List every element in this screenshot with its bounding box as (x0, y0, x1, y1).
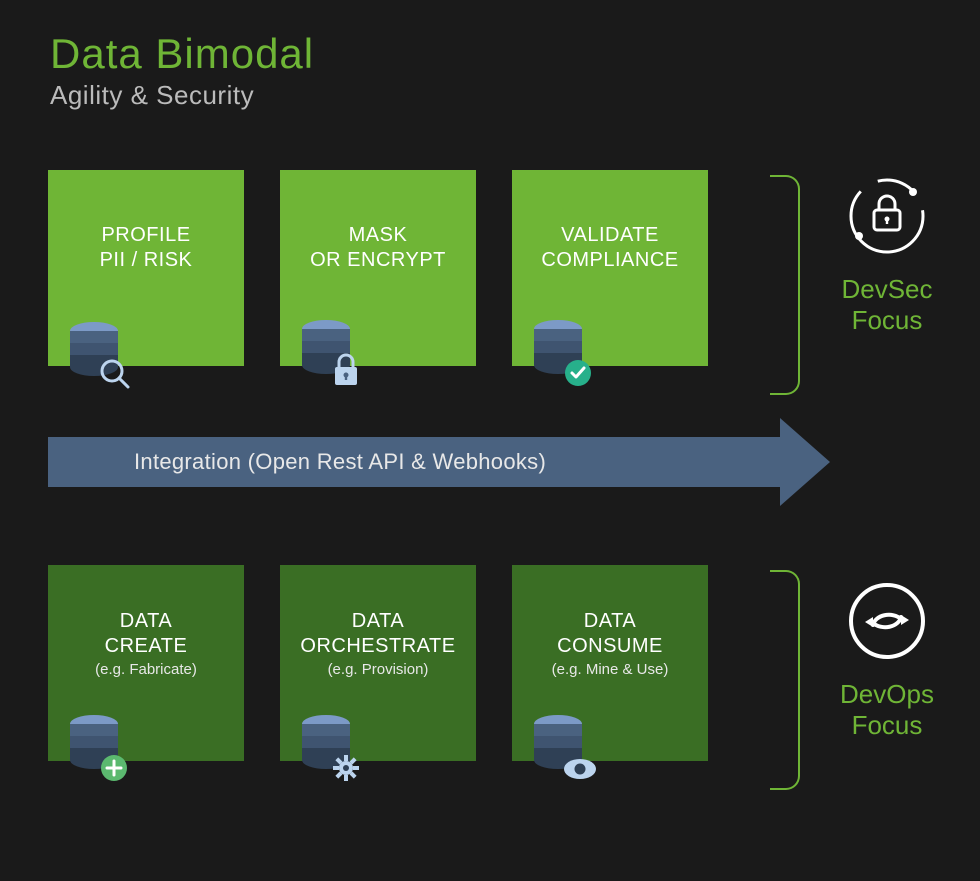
card-label: PROFILE PII / RISK (100, 223, 193, 273)
card-line1: MASK (349, 224, 408, 246)
database-check-icon (530, 317, 596, 394)
integration-arrow: Integration (Open Rest API & Webhooks) (48, 430, 830, 494)
card-mask-or-encrypt: MASK OR ENCRYPT (280, 170, 476, 366)
arrow-head-icon (780, 418, 830, 506)
card-data-orchestrate: DATA ORCHESTRATE (e.g. Provision) (280, 565, 476, 761)
card-label: MASK OR ENCRYPT (310, 223, 446, 273)
card-data-consume: DATA CONSUME (e.g. Mine & Use) (512, 565, 708, 761)
focus-line1: DevOps (840, 679, 934, 709)
page-title: Data Bimodal (50, 30, 980, 78)
database-search-icon (66, 319, 132, 394)
page-subtitle: Agility & Security (50, 80, 980, 111)
database-gear-icon (298, 712, 364, 789)
card-line2: OR ENCRYPT (310, 249, 446, 271)
focus-line2: Focus (852, 710, 923, 740)
card-label: VALIDATE COMPLIANCE (541, 223, 678, 273)
bracket-devsec (770, 175, 800, 395)
card-label: DATA CONSUME (557, 609, 663, 659)
card-sub: (e.g. Fabricate) (95, 661, 197, 678)
devops-row: DATA CREATE (e.g. Fabricate) DATA ORCHES… (48, 565, 708, 761)
devops-focus: DevOps Focus (812, 575, 962, 741)
cycle-icon (841, 575, 933, 667)
focus-label: DevOps Focus (840, 679, 934, 741)
card-line2: COMPLIANCE (541, 249, 678, 271)
card-line1: DATA (352, 610, 404, 632)
card-line2: PII / RISK (100, 249, 193, 271)
database-eye-icon (530, 712, 600, 789)
card-line2: CONSUME (557, 635, 663, 657)
card-line1: PROFILE (101, 224, 190, 246)
focus-label: DevSec Focus (841, 274, 932, 336)
focus-line1: DevSec (841, 274, 932, 304)
bracket-devops (770, 570, 800, 790)
card-line1: VALIDATE (561, 224, 659, 246)
card-line1: DATA (120, 610, 172, 632)
security-orbit-icon (841, 170, 933, 262)
database-plus-icon (66, 712, 132, 789)
card-profile-pii-risk: PROFILE PII / RISK (48, 170, 244, 366)
card-label: DATA ORCHESTRATE (300, 609, 455, 659)
card-line2: ORCHESTRATE (300, 635, 455, 657)
arrow-label: Integration (Open Rest API & Webhooks) (134, 449, 546, 475)
card-label: DATA CREATE (105, 609, 188, 659)
card-sub: (e.g. Mine & Use) (552, 661, 669, 678)
devsec-row: PROFILE PII / RISK MASK OR ENCRYPT (48, 170, 708, 366)
card-data-create: DATA CREATE (e.g. Fabricate) (48, 565, 244, 761)
card-line1: DATA (584, 610, 636, 632)
devsec-focus: DevSec Focus (812, 170, 962, 336)
card-sub: (e.g. Provision) (328, 661, 429, 678)
card-validate-compliance: VALIDATE COMPLIANCE (512, 170, 708, 366)
header: Data Bimodal Agility & Security (0, 0, 980, 111)
focus-line2: Focus (852, 305, 923, 335)
arrow-body: Integration (Open Rest API & Webhooks) (48, 437, 780, 487)
database-lock-icon (298, 317, 364, 394)
card-line2: CREATE (105, 635, 188, 657)
